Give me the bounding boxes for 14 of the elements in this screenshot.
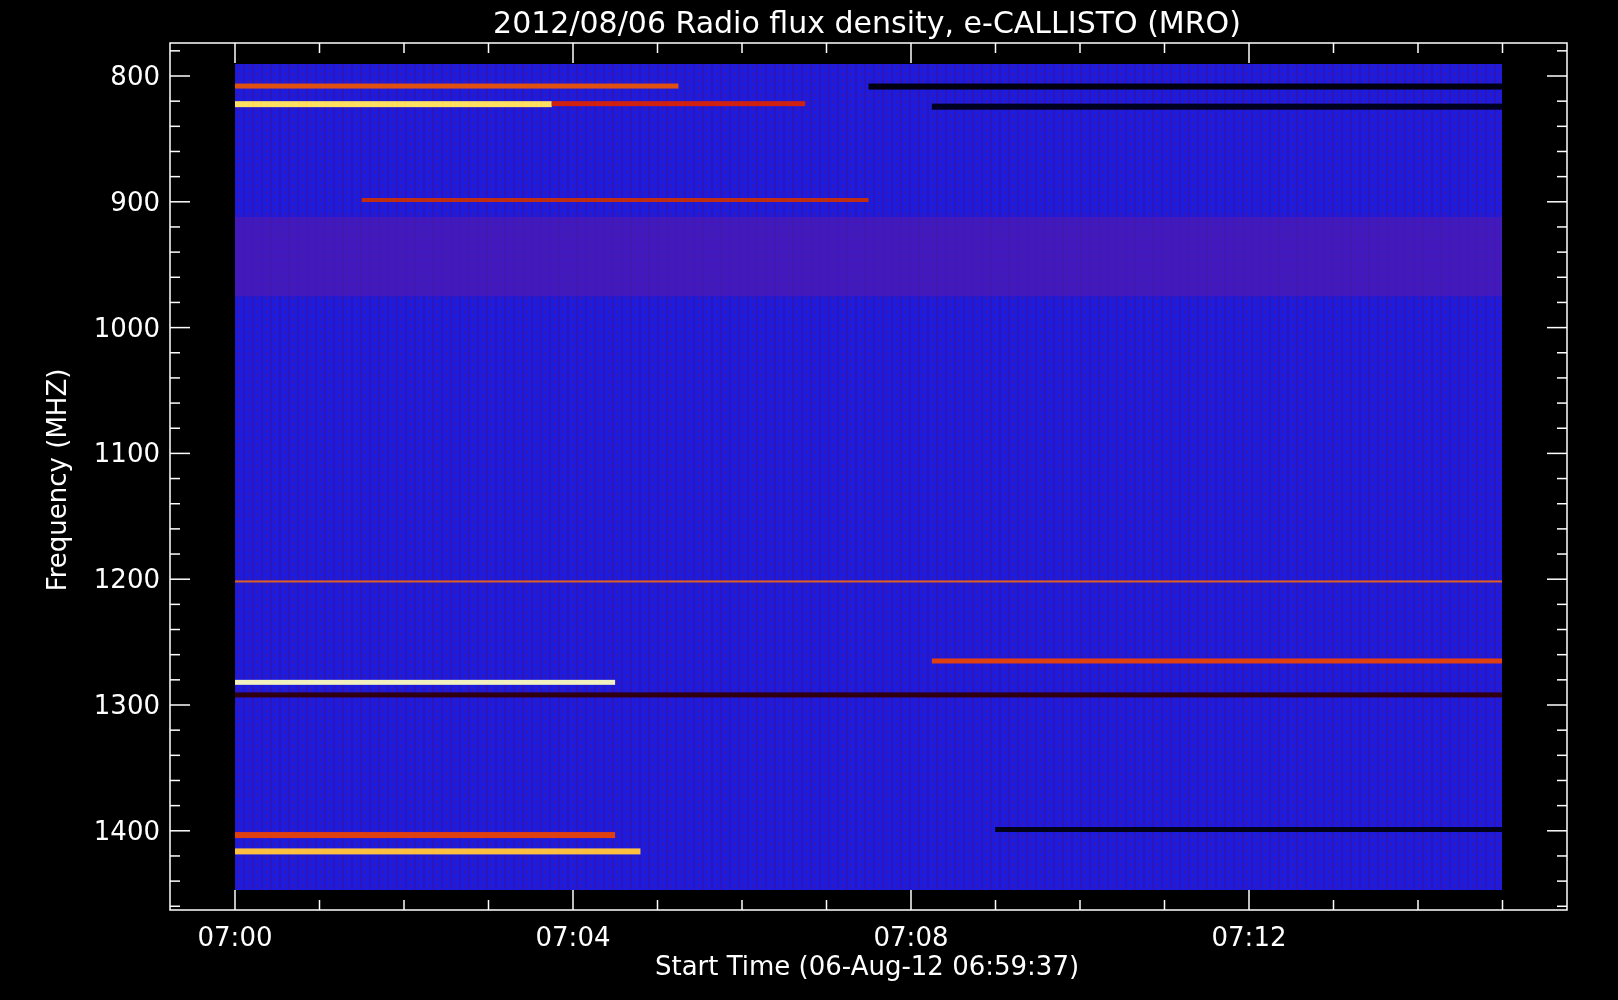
y-tick-label: 1100 (93, 438, 160, 469)
x-tick-label: 07:12 (1211, 922, 1287, 952)
x-axis-title: Start Time (06-Aug-12 06:59:37) (654, 951, 1080, 981)
y-axis-title: Frequency (MHZ) (42, 368, 72, 592)
y-tick-label: 800 (110, 61, 160, 91)
y-tick-label: 900 (110, 186, 160, 217)
x-tick-label: 07:08 (873, 922, 949, 952)
x-tick-label: 07:04 (535, 922, 611, 952)
y-tick-label: 1000 (93, 312, 160, 343)
y-tick-label: 1400 (93, 815, 160, 846)
x-tick-label: 07:00 (197, 922, 273, 952)
y-tick-label: 1300 (93, 690, 160, 720)
y-tick-label: 1200 (93, 564, 160, 595)
chart-title: 2012/08/06 Radio flux density, e-CALLISTO (MRO) (493, 5, 1241, 40)
